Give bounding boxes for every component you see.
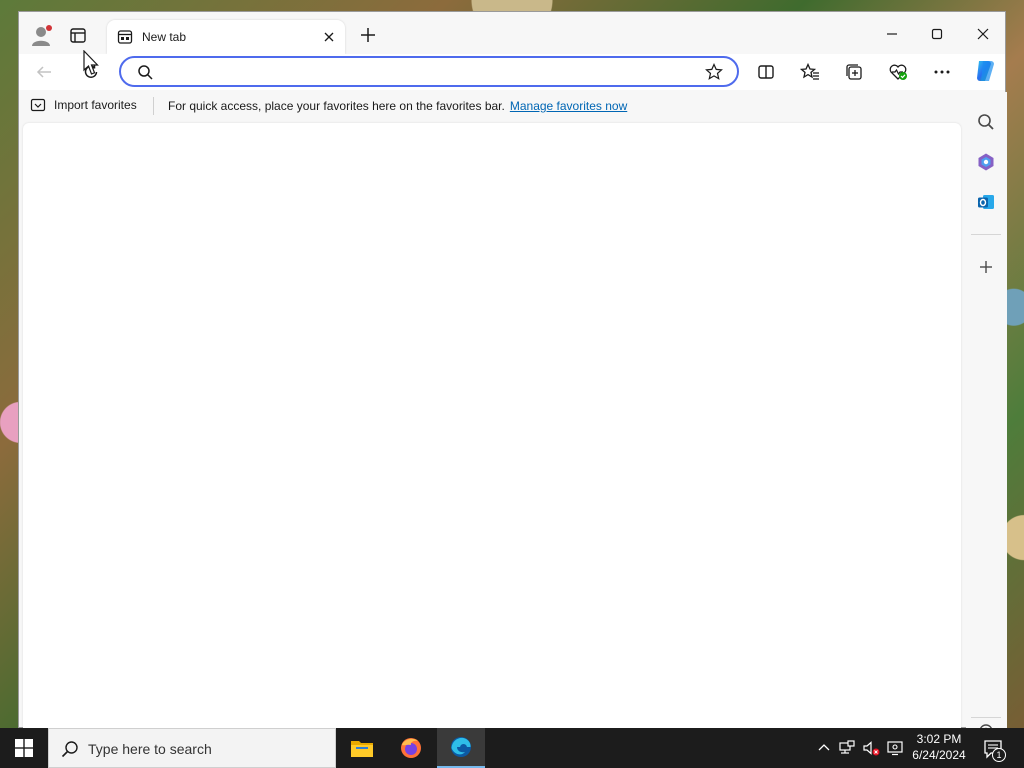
copilot-button[interactable] (971, 58, 997, 84)
notification-center-button[interactable]: 1 (982, 738, 1006, 762)
newtab-page-icon (117, 30, 133, 44)
manage-favorites-link[interactable]: Manage favorites now (510, 99, 627, 113)
more-icon (934, 70, 950, 74)
maximize-icon (931, 28, 943, 40)
taskbar-app-firefox[interactable] (387, 728, 435, 768)
new-tab-button[interactable] (359, 26, 377, 44)
copilot-icon (977, 61, 994, 81)
pointer-hand-icon (83, 50, 99, 75)
favorites-bar-message: For quick access, place your favorites h… (168, 99, 627, 113)
firefox-icon (401, 738, 421, 758)
tab-actions-icon (70, 28, 86, 43)
split-screen-icon (758, 65, 774, 79)
tab-title: New tab (142, 30, 187, 44)
favorites-button[interactable] (800, 62, 820, 82)
display-button[interactable] (886, 739, 904, 757)
favorites-hint-text: For quick access, place your favorites h… (168, 99, 505, 113)
edge-sidebar (966, 92, 1007, 729)
copilot-app-icon (978, 153, 994, 171)
volume-button[interactable] (862, 739, 880, 757)
collections-icon (846, 64, 862, 80)
outlook-icon (978, 195, 994, 209)
search-icon (61, 741, 78, 758)
import-favorites-icon (30, 98, 46, 112)
split-screen-button[interactable] (756, 62, 776, 82)
tab-close-button[interactable] (321, 29, 337, 45)
title-bar: New tab (19, 12, 1005, 54)
collections-button[interactable] (844, 62, 864, 82)
volume-muted-icon (863, 741, 880, 756)
address-bar[interactable] (119, 56, 739, 87)
tab-actions-button[interactable] (68, 26, 88, 46)
minimize-icon (887, 33, 897, 35)
back-button[interactable] (35, 63, 53, 81)
clock-date: 6/24/2024 (912, 748, 966, 762)
taskbar-app-edge[interactable] (437, 728, 485, 768)
notification-count-badge: 1 (992, 748, 1006, 762)
search-icon (138, 65, 153, 80)
search-icon (978, 114, 994, 130)
browser-window: New tab Import favorites For quick acces… (18, 11, 1007, 729)
close-window-button[interactable] (960, 20, 1006, 48)
minimize-button[interactable] (869, 20, 915, 48)
taskbar-search-box[interactable]: Type here to search (48, 728, 336, 768)
mouse-cursor (82, 50, 100, 78)
page-content[interactable] (23, 123, 961, 729)
taskbar: Type here to search 3:02 PM 6/24/2024 1 (0, 728, 1024, 768)
network-icon (839, 740, 855, 754)
back-arrow-icon (36, 66, 51, 78)
sidebar-bottom-divider (971, 717, 1001, 718)
more-options-button[interactable] (932, 62, 952, 82)
start-button[interactable] (0, 728, 48, 768)
sidebar-outlook-button[interactable] (976, 192, 996, 212)
sidebar-copilot-app-button[interactable] (976, 152, 996, 172)
tab-new-tab[interactable]: New tab (107, 20, 345, 54)
taskbar-app-file-explorer[interactable] (338, 728, 386, 768)
maximize-button[interactable] (914, 20, 960, 48)
close-icon (324, 32, 334, 42)
plus-icon (361, 28, 375, 42)
address-input[interactable] (161, 61, 681, 82)
add-favorite-button[interactable] (705, 63, 723, 81)
chevron-up-icon (818, 744, 830, 751)
windows-logo-icon (15, 739, 33, 757)
import-favorites-label: Import favorites (54, 98, 137, 112)
favorites-bar-divider (153, 97, 154, 115)
browser-essentials-button[interactable] (888, 62, 908, 82)
navigation-toolbar (19, 54, 1005, 90)
system-clock[interactable]: 3:02 PM 6/24/2024 (906, 731, 972, 763)
browser-essentials-icon (889, 64, 907, 80)
file-explorer-icon (351, 741, 373, 757)
sidebar-search-button[interactable] (976, 112, 996, 132)
edge-icon (451, 737, 471, 757)
display-icon (887, 741, 903, 756)
sidebar-add-button[interactable] (976, 257, 996, 277)
favorites-icon (800, 62, 819, 80)
star-icon (705, 63, 723, 80)
network-button[interactable] (838, 739, 856, 757)
sidebar-divider (971, 234, 1001, 235)
favorites-bar: Import favorites For quick access, place… (19, 92, 964, 120)
clock-time: 3:02 PM (916, 732, 962, 746)
taskbar-search-placeholder: Type here to search (88, 741, 212, 757)
profile-notification-dot (46, 25, 52, 31)
show-hidden-icons-button[interactable] (815, 739, 833, 757)
profile-button[interactable] (29, 24, 53, 48)
import-favorites-button[interactable]: Import favorites (30, 97, 137, 113)
close-icon (977, 28, 989, 40)
add-icon (980, 261, 992, 273)
